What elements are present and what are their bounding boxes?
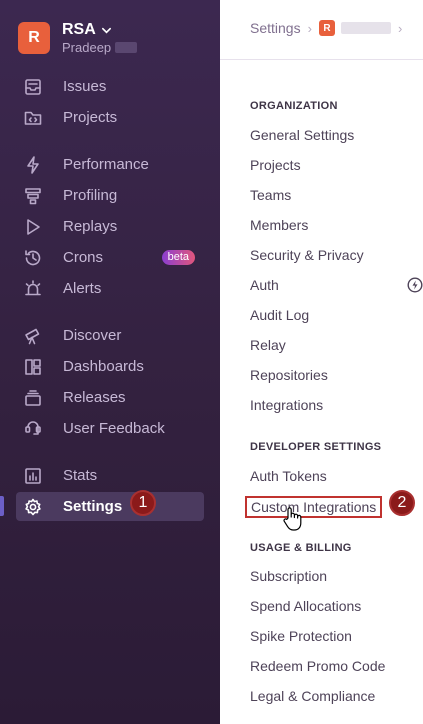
dashboard-icon (23, 357, 43, 377)
nav-item-dashboards[interactable]: Dashboards (16, 352, 204, 381)
nav-label: Releases (63, 389, 126, 406)
siren-icon (23, 279, 43, 299)
nav-label: User Feedback (63, 420, 165, 437)
hand-pointer-icon (283, 507, 302, 531)
nav-label: Replays (63, 218, 118, 235)
menu-link-spend-allocations[interactable]: Spend Allocations (250, 598, 361, 614)
menu-link-redeem-promo-code[interactable]: Redeem Promo Code (250, 658, 385, 674)
section-title-usage-billing: USAGE & BILLING (250, 542, 352, 554)
nav-label: Settings (63, 498, 123, 515)
nav-item-stats[interactable]: Stats (16, 461, 204, 490)
chevron-right-icon: › (397, 20, 403, 36)
settings-panel: Settings › R › ORGANIZATION General Sett… (220, 0, 423, 724)
org-avatar: R (18, 22, 50, 54)
step-badge-2: 2 (389, 490, 415, 516)
nav-item-crons[interactable]: Crons beta (16, 243, 204, 272)
active-indicator (0, 496, 4, 516)
org-name: RSA (62, 21, 96, 38)
nav-label: Discover (63, 327, 122, 344)
telescope-icon (23, 326, 43, 346)
nav-item-replays[interactable]: Replays (16, 212, 204, 241)
redacted-text (115, 42, 138, 53)
play-icon (23, 217, 43, 237)
stack-icon (23, 388, 43, 408)
nav-item-releases[interactable]: Releases (16, 383, 204, 412)
funnel-icon (23, 186, 43, 206)
menu-link-projects[interactable]: Projects (250, 157, 301, 173)
nav-label: Profiling (63, 187, 118, 204)
nav-item-issues[interactable]: Issues (16, 72, 204, 101)
breadcrumb: Settings › R › (250, 20, 409, 36)
nav-label: Crons (63, 249, 104, 266)
nav-label: Projects (63, 109, 118, 126)
menu-link-relay[interactable]: Relay (250, 337, 286, 353)
step-badge-1: 1 (130, 490, 156, 516)
menu-link-auth[interactable]: Auth (250, 277, 279, 293)
menu-link-security-privacy[interactable]: Security & Privacy (250, 247, 364, 263)
redacted-text (340, 22, 391, 34)
nav-item-discover[interactable]: Discover (16, 321, 204, 350)
nav-item-settings[interactable]: Settings (16, 492, 204, 521)
menu-link-teams[interactable]: Teams (250, 187, 291, 203)
menu-link-members[interactable]: Members (250, 217, 308, 233)
nav-item-user-feedback[interactable]: User Feedback (16, 414, 204, 443)
nav-item-alerts[interactable]: Alerts (16, 274, 204, 303)
sidebar: R RSA Pradeep Issues Projects Performanc… (0, 0, 220, 724)
divider (220, 59, 423, 60)
org-switcher[interactable]: R RSA Pradeep (18, 21, 138, 55)
menu-link-audit-log[interactable]: Audit Log (250, 307, 309, 323)
gear-icon (23, 497, 43, 517)
menu-link-spike-protection[interactable]: Spike Protection (250, 628, 352, 644)
breadcrumb-org-avatar[interactable]: R (318, 20, 335, 36)
nav-label: Performance (63, 156, 149, 173)
inbox-icon (23, 77, 43, 97)
chevron-right-icon: › (307, 20, 312, 36)
menu-link-integrations[interactable]: Integrations (250, 397, 323, 413)
clock-history-icon (23, 248, 43, 268)
beta-badge: beta (161, 250, 195, 265)
nav-label: Stats (63, 467, 98, 484)
menu-link-general-settings[interactable]: General Settings (250, 127, 354, 143)
megaphone-icon (23, 419, 43, 439)
breadcrumb-settings[interactable]: Settings (250, 20, 301, 36)
menu-link-subscription[interactable]: Subscription (250, 568, 327, 584)
menu-link-repositories[interactable]: Repositories (250, 367, 328, 383)
chevron-down-icon (101, 27, 111, 34)
menu-link-auth-tokens[interactable]: Auth Tokens (250, 468, 327, 484)
bar-chart-icon (23, 466, 43, 486)
section-title-developer-settings: DEVELOPER SETTINGS (250, 441, 382, 453)
section-title-organization: ORGANIZATION (250, 100, 338, 112)
nav-item-performance[interactable]: Performance (16, 150, 204, 179)
menu-link-legal-compliance[interactable]: Legal & Compliance (250, 688, 375, 704)
nav-label: Issues (63, 78, 107, 95)
lightning-icon (23, 155, 43, 175)
nav-item-profiling[interactable]: Profiling (16, 181, 204, 210)
lightning-circle-icon (407, 277, 423, 293)
nav-label: Dashboards (63, 358, 144, 375)
menu-link-custom-integrations[interactable]: Custom Integrations (245, 496, 383, 518)
nav-item-projects[interactable]: Projects (16, 103, 204, 132)
user-name: Pradeep (62, 40, 112, 55)
folder-code-icon (23, 108, 43, 128)
nav-label: Alerts (63, 280, 102, 297)
